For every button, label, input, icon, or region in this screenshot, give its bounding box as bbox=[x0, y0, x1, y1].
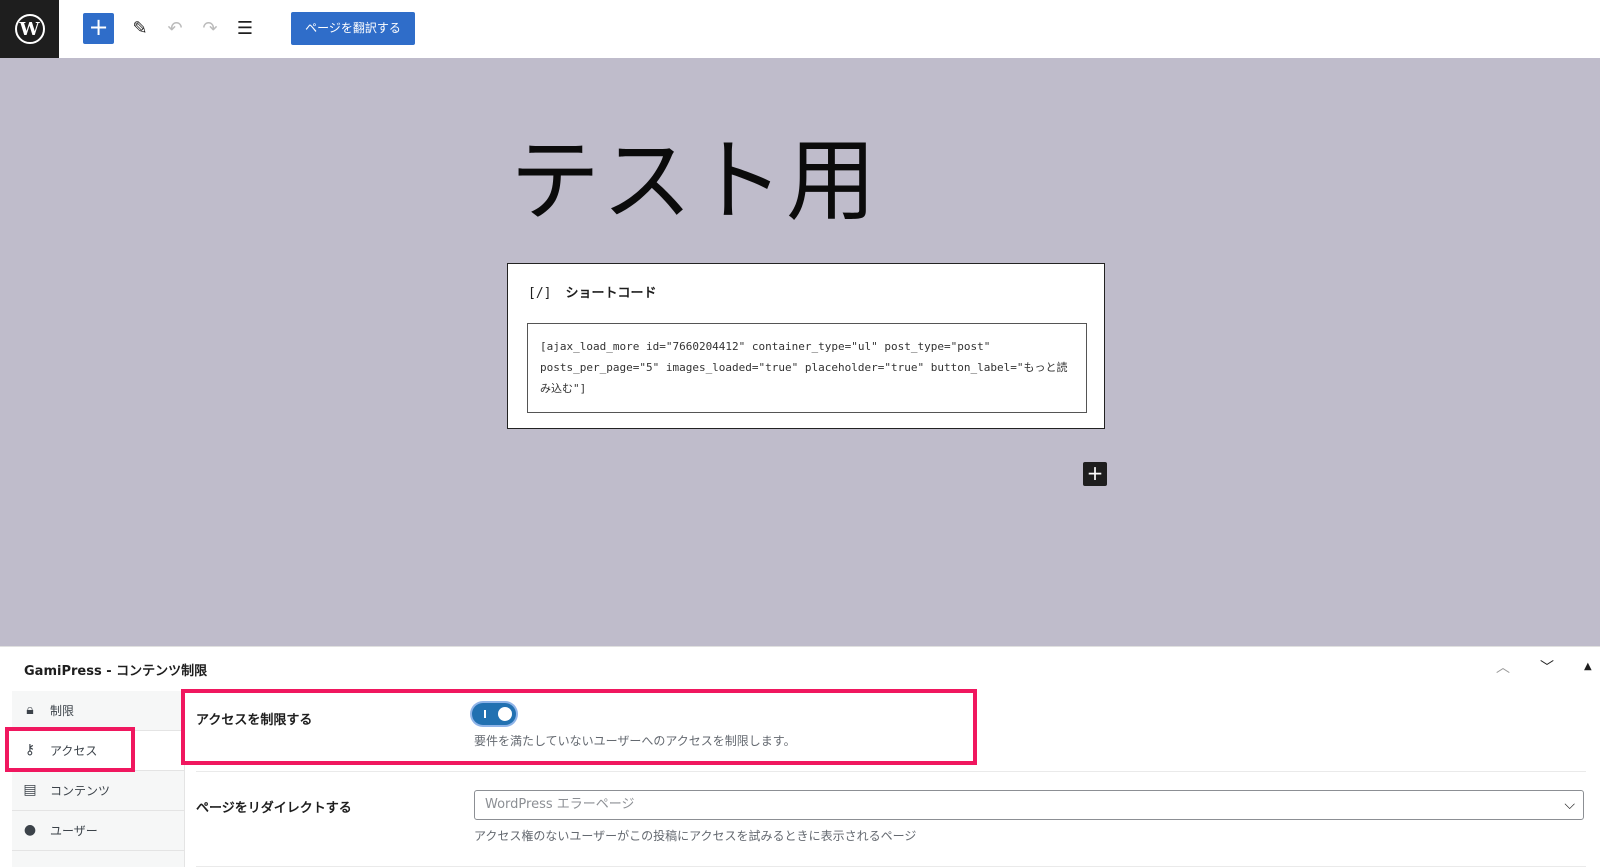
content-icon: ▤ bbox=[23, 782, 37, 798]
lock-icon: 🔒︎ bbox=[26, 702, 34, 718]
tab-user[interactable]: ● ユーザー bbox=[12, 811, 184, 851]
redirect-page-row: ページをリダイレクトする WordPress エラーページ ⌵ アクセス権のない… bbox=[196, 790, 1586, 867]
translate-page-button[interactable]: ページを翻訳する bbox=[291, 12, 415, 45]
tab-restriction[interactable]: 🔒︎ 制限 bbox=[12, 691, 184, 731]
access-tab-highlight bbox=[5, 727, 135, 772]
wordpress-logo-button[interactable]: W bbox=[0, 0, 59, 58]
gamipress-metabox: GamiPress - コンテンツ制限 ︿ ﹀ ▲ 🔒︎ 制限 ⚷ アクセス ▤… bbox=[0, 646, 1600, 867]
post-title[interactable]: テスト用 bbox=[510, 122, 878, 242]
redirect-page-label: ページをリダイレクトする bbox=[196, 801, 352, 816]
shortcode-block-header: [/] ショートコード bbox=[528, 282, 657, 301]
chevron-down-icon: ⌵ bbox=[1564, 797, 1575, 813]
restrict-access-highlight bbox=[181, 689, 977, 765]
shortcode-icon: [/] bbox=[528, 286, 552, 301]
user-icon: ● bbox=[23, 822, 37, 838]
editor-toolbar: W + ✎ ↶ ↷ ☰ ページを翻訳する bbox=[0, 0, 1600, 58]
shortcode-textarea[interactable]: [ajax_load_more id="7660204412" containe… bbox=[527, 323, 1087, 413]
document-overview-icon[interactable]: ☰ bbox=[233, 17, 257, 41]
move-up-icon[interactable]: ︿ bbox=[1496, 657, 1510, 677]
edit-tool-icon[interactable]: ✎ bbox=[128, 17, 152, 41]
move-down-icon[interactable]: ﹀ bbox=[1540, 657, 1554, 677]
block-inserter-button[interactable]: + bbox=[83, 13, 114, 44]
redirect-page-description: アクセス権のないユーザーがこの投稿にアクセスを試みるときに表示されるページ bbox=[474, 829, 917, 843]
redirect-page-select[interactable]: WordPress エラーページ ⌵ bbox=[474, 790, 1584, 820]
undo-icon[interactable]: ↶ bbox=[163, 17, 187, 41]
add-block-button[interactable]: + bbox=[1083, 462, 1107, 486]
editor-canvas: テスト用 [/] ショートコード [ajax_load_more id="7660… bbox=[0, 58, 1600, 646]
metabox-tabs: 🔒︎ 制限 ⚷ アクセス ▤ コンテンツ ● ユーザー bbox=[12, 691, 185, 867]
toggle-panel-icon[interactable]: ▲ bbox=[1584, 661, 1592, 672]
tab-label: コンテンツ bbox=[50, 784, 111, 798]
redirect-page-select-value: WordPress エラーページ bbox=[485, 797, 635, 812]
redo-icon[interactable]: ↷ bbox=[198, 17, 222, 41]
tab-label: ユーザー bbox=[50, 824, 98, 838]
wordpress-icon: W bbox=[14, 14, 45, 44]
tab-content[interactable]: ▤ コンテンツ bbox=[12, 771, 184, 811]
tab-label: 制限 bbox=[50, 704, 75, 718]
metabox-title: GamiPress - コンテンツ制限 bbox=[24, 664, 208, 679]
shortcode-block[interactable]: [/] ショートコード [ajax_load_more id="766020441… bbox=[507, 263, 1105, 429]
shortcode-block-title: ショートコード bbox=[565, 286, 657, 301]
